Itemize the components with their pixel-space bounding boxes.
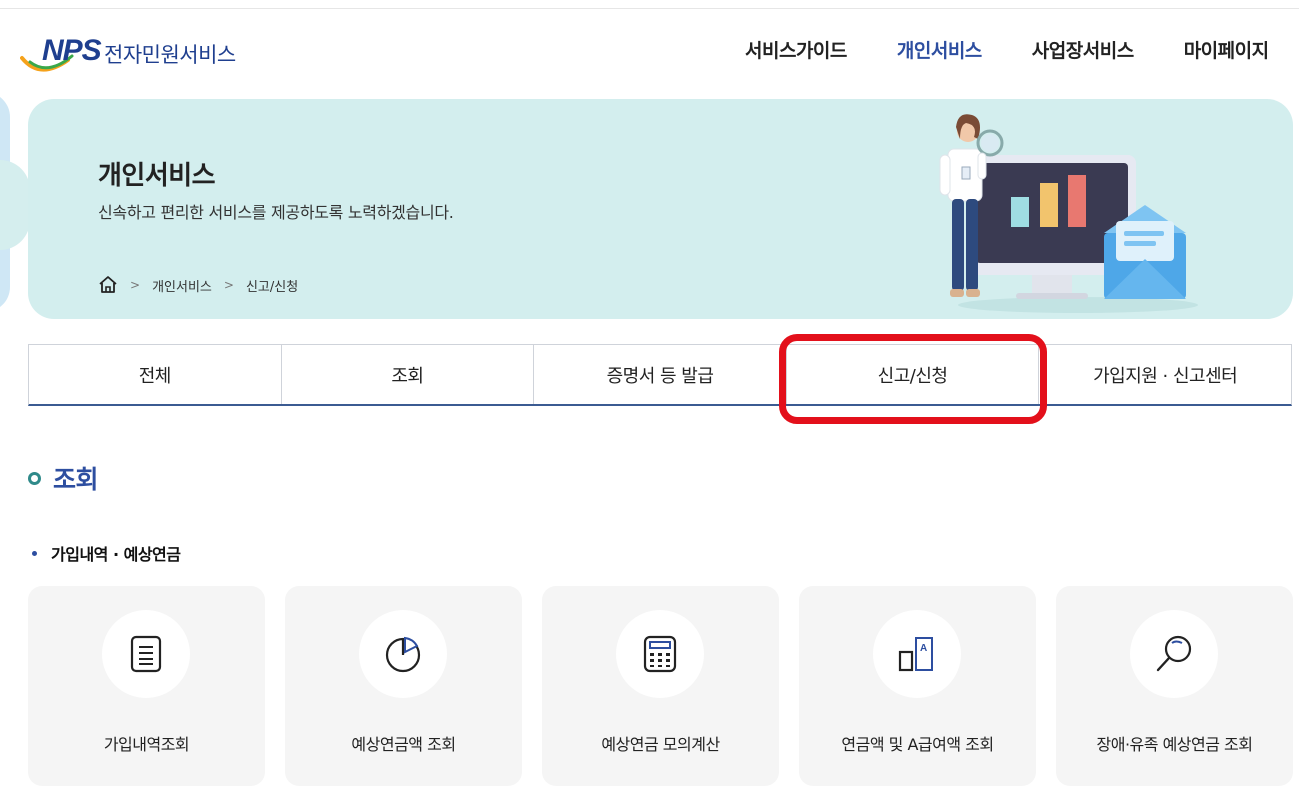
card-label: 연금액 및 A급여액 조회	[841, 735, 994, 754]
tab-certificate[interactable]: 증명서 등 발급	[534, 345, 787, 404]
service-card-enrollment-history[interactable]: 가입내역조회	[28, 586, 265, 786]
card-label: 예상연금 모의계산	[601, 735, 720, 754]
logo-text: 전자민원서비스	[104, 43, 236, 67]
section-heading: 조회	[28, 460, 99, 496]
card-label: 장애·유족 예상연금 조회	[1096, 735, 1253, 754]
service-card-disability-survivor-pension[interactable]: 장애·유족 예상연금 조회	[1056, 586, 1293, 786]
category-tabs: 전체 조회 증명서 등 발급 신고/신청 가입지원 · 신고센터	[28, 344, 1292, 406]
subsection-title: 가입내역 · 예상연금	[51, 545, 181, 564]
bar-a-icon: A	[873, 610, 961, 698]
section-title: 조회	[53, 465, 99, 494]
nav-mypage[interactable]: 마이페이지	[1184, 36, 1269, 63]
nav-service-guide[interactable]: 서비스가이드	[745, 36, 847, 63]
decorative-shape	[0, 160, 30, 250]
circle-bullet-icon	[28, 471, 41, 485]
nps-logo-mark: NPS	[20, 34, 106, 78]
tab-inquiry[interactable]: 조회	[282, 345, 535, 404]
breadcrumb: > 개인서비스 > 신고/신청	[98, 275, 298, 295]
service-card-pension-simulation[interactable]: 예상연금 모의계산	[542, 586, 779, 786]
breadcrumb-item[interactable]: 개인서비스	[152, 276, 212, 295]
site-logo[interactable]: NPS 전자민원서비스	[20, 34, 280, 78]
dot-bullet-icon	[32, 550, 37, 556]
page-banner: 개인서비스 신속하고 편리한 서비스를 제공하도록 노력하겠습니다. > 개인서…	[28, 99, 1293, 319]
subsection-heading: 가입내역 · 예상연금	[32, 541, 181, 565]
breadcrumb-separator-icon: >	[223, 278, 234, 292]
home-icon[interactable]	[98, 275, 118, 295]
service-card-expected-pension[interactable]: 예상연금액 조회	[285, 586, 522, 786]
nav-personal-service[interactable]: 개인서비스	[897, 36, 982, 63]
banner-illustration	[939, 114, 1198, 313]
top-divider	[0, 8, 1299, 9]
breadcrumb-item-current: 신고/신청	[245, 279, 299, 295]
card-label: 예상연금액 조회	[351, 735, 456, 754]
page-title: 개인서비스	[98, 161, 216, 191]
service-card-pension-a-benefit[interactable]: A 연금액 및 A급여액 조회	[799, 586, 1036, 786]
service-card-list: 가입내역조회 예상연금액 조회 예상연금 모의계산 A 연금액 및 A급여액 조…	[28, 586, 1293, 786]
pie-chart-icon	[359, 610, 447, 698]
page-subtitle: 신속하고 편리한 서비스를 제공하도록 노력하겠습니다.	[98, 203, 454, 222]
breadcrumb-separator-icon: >	[130, 278, 141, 292]
svg-text:A: A	[920, 643, 927, 654]
nav-business-service[interactable]: 사업장서비스	[1032, 36, 1134, 63]
magnifier-icon	[1130, 610, 1218, 698]
global-nav: 서비스가이드 개인서비스 사업장서비스 마이페이지	[745, 36, 1299, 63]
document-icon	[102, 610, 190, 698]
calculator-icon	[616, 610, 704, 698]
highlight-annotation	[779, 334, 1047, 424]
tab-all[interactable]: 전체	[29, 345, 282, 404]
tab-support-center[interactable]: 가입지원 · 신고센터	[1039, 345, 1291, 404]
logo-mark-text: NPS	[42, 34, 102, 67]
card-label: 가입내역조회	[103, 735, 190, 754]
